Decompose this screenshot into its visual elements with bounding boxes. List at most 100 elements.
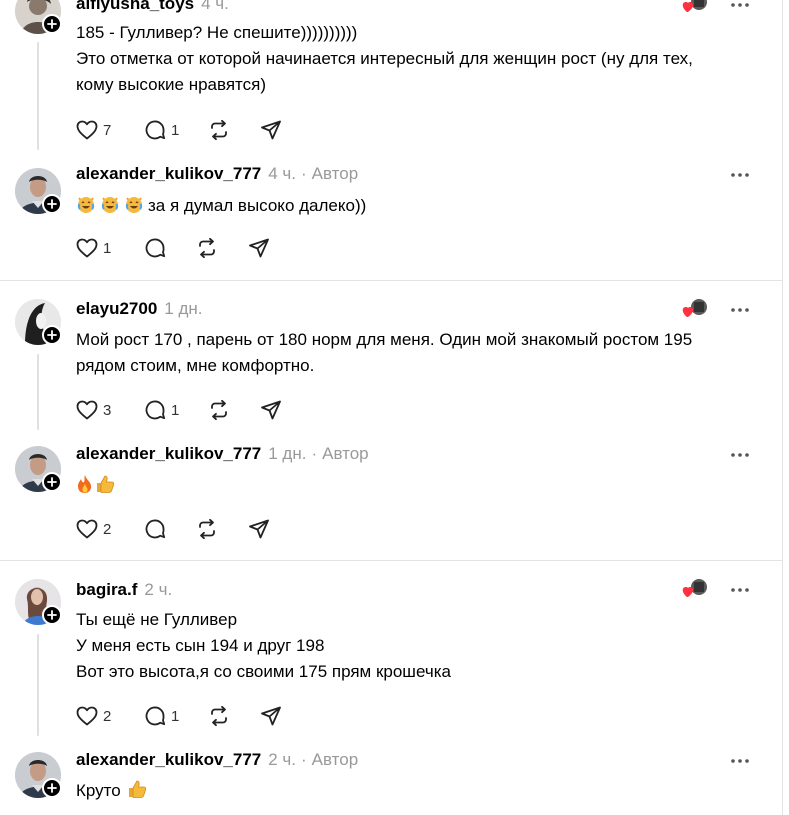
share-send-icon[interactable]: [260, 399, 282, 421]
follow-plus-icon[interactable]: [42, 14, 62, 34]
heart-icon[interactable]: [76, 400, 98, 420]
like-count: 2: [103, 520, 112, 538]
like-button[interactable]: 2: [76, 704, 144, 728]
post-header: alfiyusha_toys 4 ч.: [76, 0, 229, 16]
share-button[interactable]: [260, 118, 282, 142]
post-header: bagira.f 2 ч.: [76, 580, 172, 602]
username[interactable]: alfiyusha_toys: [76, 0, 194, 14]
avatar[interactable]: [15, 168, 62, 214]
share-send-icon[interactable]: [248, 237, 270, 259]
share-button[interactable]: [248, 517, 270, 541]
avatar[interactable]: [15, 579, 62, 625]
like-count: 3: [103, 401, 112, 419]
share-send-icon[interactable]: [248, 518, 270, 540]
post-text-line: Круто: [76, 778, 766, 807]
username[interactable]: alexander_kulikov_777: [76, 164, 261, 184]
repost-button[interactable]: [208, 398, 260, 422]
author-liked-heart-icon: [681, 299, 709, 321]
repost-button[interactable]: [196, 236, 248, 260]
post-header: alexander_kulikov_777 4 ч. · Автор: [76, 164, 358, 186]
username[interactable]: alexander_kulikov_777: [76, 444, 261, 464]
post-actions: 7 1: [76, 118, 282, 142]
follow-plus-icon[interactable]: [42, 605, 62, 625]
post-time[interactable]: 1 дн.: [164, 299, 202, 319]
like-button[interactable]: 2: [76, 517, 144, 541]
share-send-icon[interactable]: [260, 119, 282, 141]
thread-connector-line: [37, 42, 39, 150]
fire-emoji: [76, 474, 94, 502]
comment-bubble-icon[interactable]: [144, 518, 166, 540]
reply-count: 1: [171, 707, 180, 725]
post-time[interactable]: 4 ч.: [268, 164, 296, 184]
post-text-line: рядом стоим, мне комфортно.: [76, 356, 315, 375]
repost-button[interactable]: [208, 704, 260, 728]
heart-icon[interactable]: [76, 120, 98, 140]
share-button[interactable]: [260, 398, 282, 422]
follow-plus-icon[interactable]: [42, 325, 62, 345]
repost-button[interactable]: [208, 118, 260, 142]
thumbs-up-emoji: [127, 779, 147, 807]
like-count: 2: [103, 707, 112, 725]
post-text-line: [76, 473, 766, 502]
repost-icon[interactable]: [196, 518, 218, 540]
post-time[interactable]: 4 ч.: [201, 0, 229, 14]
author-liked-heart-icon: [681, 0, 709, 16]
username[interactable]: bagira.f: [76, 580, 137, 600]
comment-bubble-icon[interactable]: [144, 237, 166, 259]
like-button[interactable]: 1: [76, 236, 144, 260]
share-button[interactable]: [260, 704, 282, 728]
reply-button[interactable]: 1: [144, 398, 208, 422]
post-time[interactable]: 2 ч.: [268, 750, 296, 770]
post-actions: 2: [76, 517, 270, 541]
more-options-icon[interactable]: [729, 299, 751, 321]
heart-icon[interactable]: [76, 706, 98, 726]
more-options-icon[interactable]: [729, 444, 751, 466]
author-liked-heart-icon: [681, 579, 709, 601]
crying-laughing-cat-emoji: [100, 194, 120, 222]
thumbs-up-emoji: [95, 474, 115, 502]
repost-icon[interactable]: [196, 237, 218, 259]
repost-button[interactable]: [196, 517, 248, 541]
heart-icon[interactable]: [76, 519, 98, 539]
repost-icon[interactable]: [208, 399, 230, 421]
share-send-icon[interactable]: [260, 705, 282, 727]
follow-plus-icon[interactable]: [42, 194, 62, 214]
share-button[interactable]: [248, 236, 270, 260]
username[interactable]: elayu2700: [76, 299, 157, 319]
avatar[interactable]: [15, 446, 62, 492]
avatar[interactable]: [15, 299, 62, 345]
post-text-line: Мой рост 170 , парень от 180 норм для ме…: [76, 330, 693, 349]
repost-icon[interactable]: [208, 119, 230, 141]
avatar[interactable]: [15, 752, 62, 798]
thread-connector-line: [37, 354, 39, 430]
more-options-icon[interactable]: [729, 0, 751, 16]
reply-button[interactable]: [144, 236, 196, 260]
post-text-content: за я думал высоко далеко)): [148, 196, 367, 215]
heart-icon[interactable]: [76, 238, 98, 258]
author-tag: Автор: [322, 444, 369, 463]
more-options-icon[interactable]: [729, 164, 751, 186]
avatar[interactable]: [15, 0, 62, 34]
repost-icon[interactable]: [208, 705, 230, 727]
comment-bubble-icon[interactable]: [144, 399, 166, 421]
post-header: elayu2700 1 дн.: [76, 299, 203, 321]
follow-plus-icon[interactable]: [42, 472, 62, 492]
reply-button[interactable]: 1: [144, 118, 208, 142]
comment-bubble-icon[interactable]: [144, 705, 166, 727]
post-text-line: за я думал высоко далеко)): [76, 193, 766, 222]
username[interactable]: alexander_kulikov_777: [76, 750, 261, 770]
reply-button[interactable]: [144, 517, 196, 541]
post-text: [76, 473, 766, 502]
like-button[interactable]: 3: [76, 398, 144, 422]
post-time[interactable]: 2 ч.: [144, 580, 172, 600]
like-button[interactable]: 7: [76, 118, 144, 142]
comment-bubble-icon[interactable]: [144, 119, 166, 141]
post-actions: 3 1: [76, 398, 282, 422]
reply-button[interactable]: 1: [144, 704, 208, 728]
more-options-icon[interactable]: [729, 579, 751, 601]
post-text-line: Вот это высота,я со своими 175 прям крош…: [76, 662, 451, 681]
post-time[interactable]: 1 дн.: [268, 444, 306, 464]
more-options-icon[interactable]: [729, 750, 751, 772]
follow-plus-icon[interactable]: [42, 778, 62, 798]
post-actions: 2 1: [76, 704, 282, 728]
